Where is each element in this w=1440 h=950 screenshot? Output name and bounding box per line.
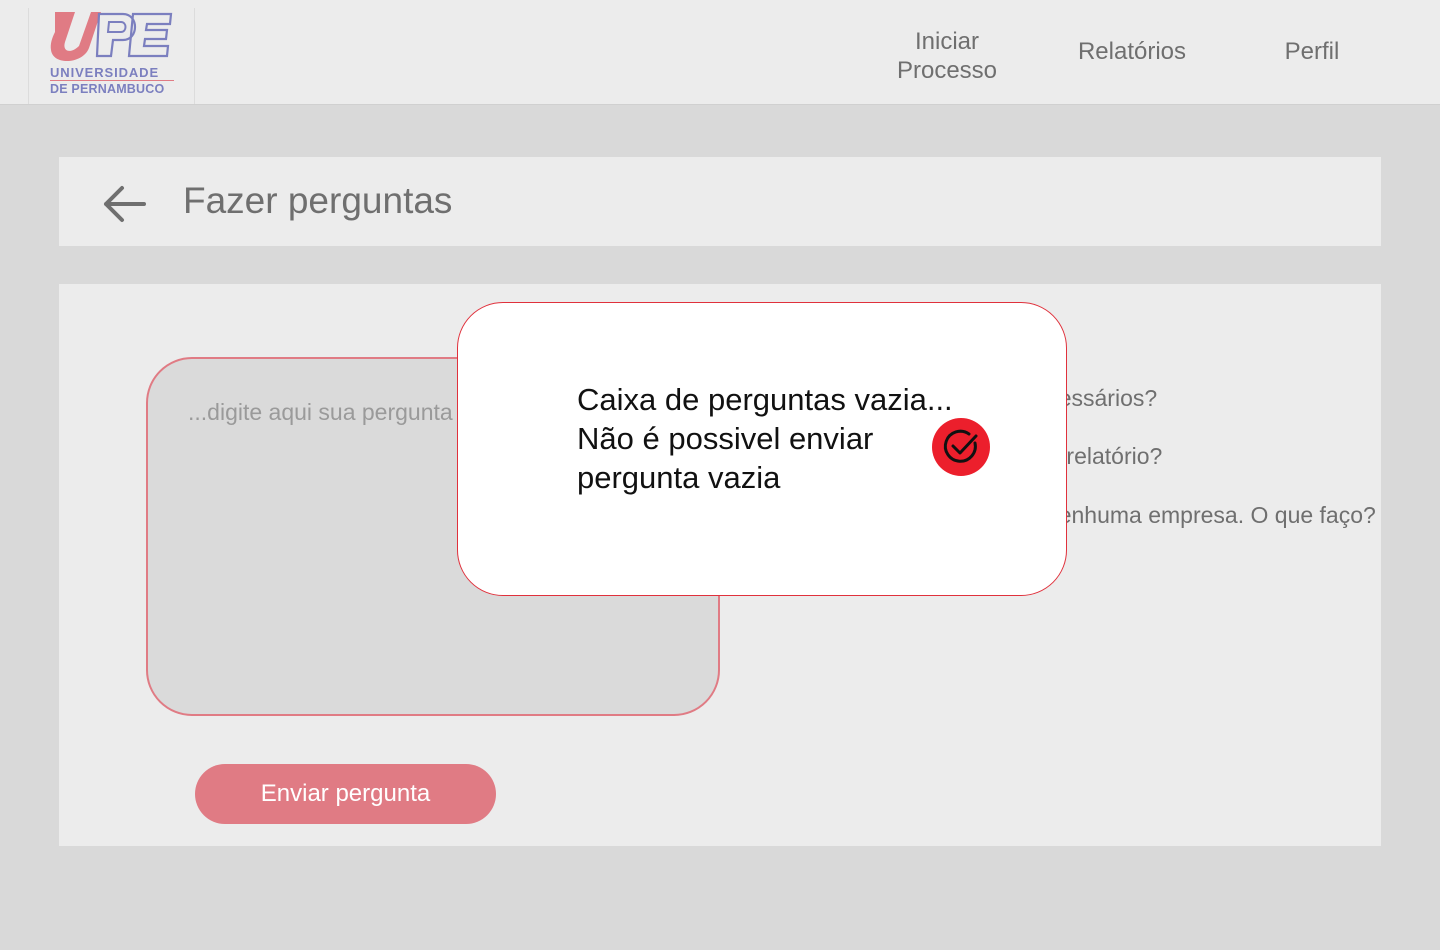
back-arrow-icon[interactable] bbox=[100, 182, 148, 226]
nav-perfil[interactable]: Perfil bbox=[1262, 37, 1362, 66]
nav-relatorios[interactable]: Relatórios bbox=[1062, 37, 1202, 66]
upe-logo[interactable]: UNIVERSIDADE DE PERNAMBUCO bbox=[28, 8, 195, 104]
page-title: Fazer perguntas bbox=[183, 180, 453, 221]
empty-question-alert-modal[interactable]: Caixa de perguntas vazia... Não é possiv… bbox=[457, 302, 1067, 596]
alert-message-line1: Caixa de perguntas vazia... bbox=[577, 382, 953, 417]
nav-iniciar-line1: Iniciar bbox=[914, 28, 980, 55]
upe-logo-mark bbox=[50, 12, 173, 62]
check-circle-icon[interactable] bbox=[932, 418, 990, 476]
logo-line1: UNIVERSIDADE bbox=[50, 65, 160, 80]
top-navbar: UNIVERSIDADE DE PERNAMBUCO Iniciar Proce… bbox=[0, 0, 1440, 105]
logo-divider bbox=[50, 80, 174, 81]
send-question-button[interactable]: Enviar pergunta bbox=[195, 764, 496, 824]
nav-iniciar-line2: Processo bbox=[896, 57, 998, 84]
logo-line2: DE PERNAMBUCO bbox=[50, 82, 165, 96]
nav-iniciar-processo[interactable]: Iniciar Processo bbox=[880, 27, 1014, 85]
